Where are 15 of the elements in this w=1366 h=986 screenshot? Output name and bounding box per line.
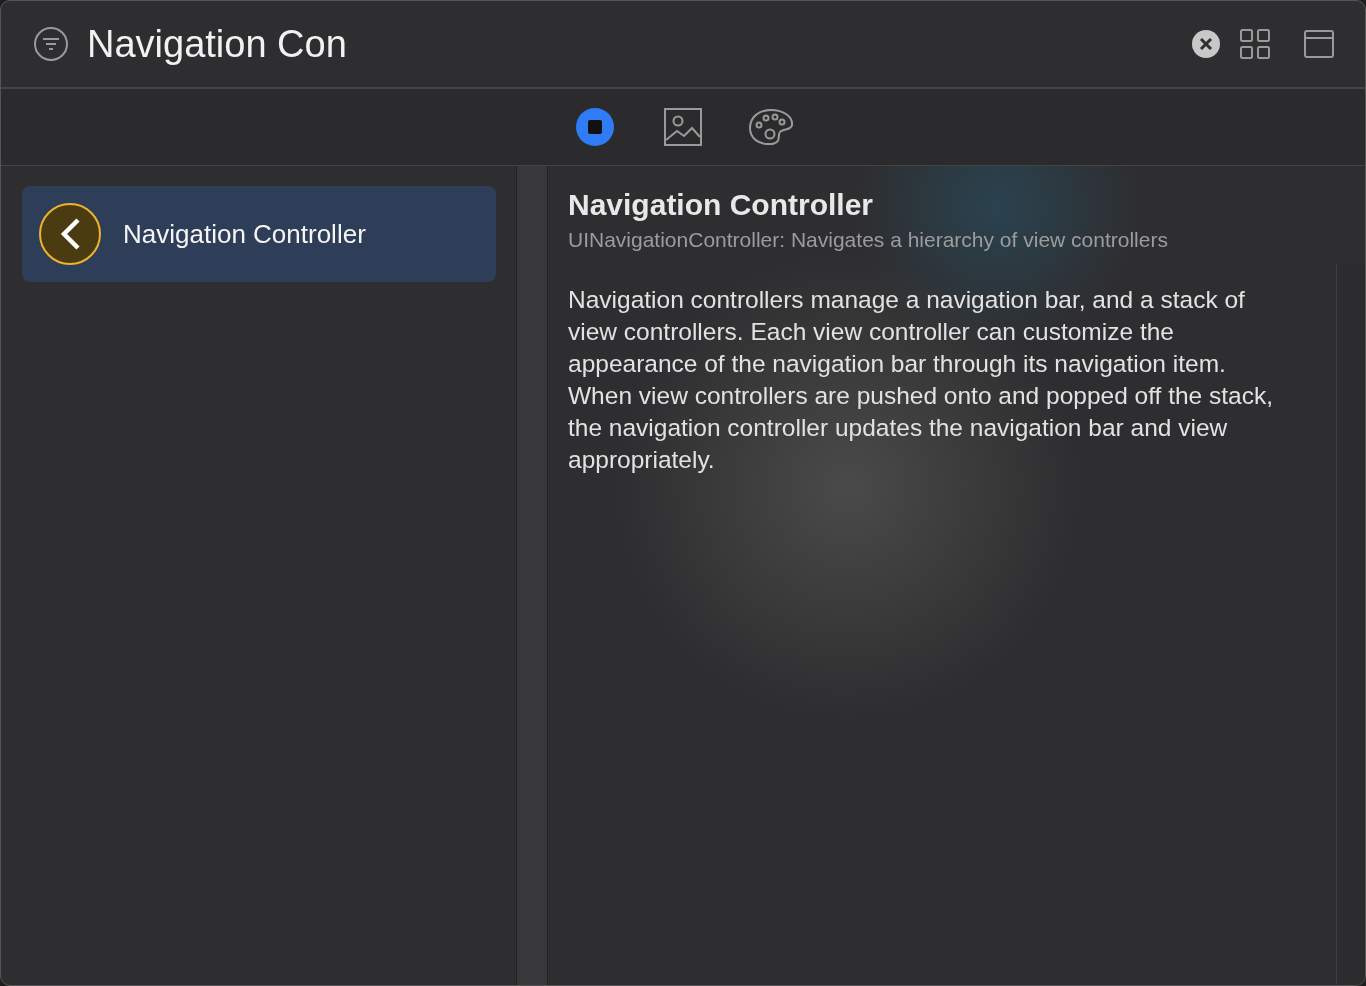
window-icon[interactable]	[1303, 28, 1335, 60]
result-item[interactable]: Navigation Controller	[22, 186, 496, 282]
scrollbar-track[interactable]	[1336, 264, 1365, 985]
detail-title: Navigation Controller	[568, 188, 875, 222]
back-chevron-icon	[39, 203, 101, 265]
square-in-circle-icon	[576, 108, 614, 146]
clear-icon[interactable]	[1191, 29, 1221, 59]
detail-description: Navigation controllers manage a navigation bar, and a stack of view controllers. Each view controller can customize the appearance of the navigation bar through its navigation item. When view controllers are pushed onto and popped off the stack, the navigation controller updates the navigation bar and view appropriately.	[568, 285, 1275, 475]
search-field[interactable]: Navigation Con	[87, 19, 1173, 69]
palette-icon	[748, 108, 794, 146]
result-title: Navigation Controller	[123, 218, 366, 250]
image-icon	[663, 107, 703, 147]
grid-icon[interactable]	[1239, 28, 1271, 60]
filter-icon[interactable]	[33, 26, 69, 62]
detail-subtitle: UINavigationController: Navigates a hierarchy of view controllers	[568, 228, 1169, 252]
